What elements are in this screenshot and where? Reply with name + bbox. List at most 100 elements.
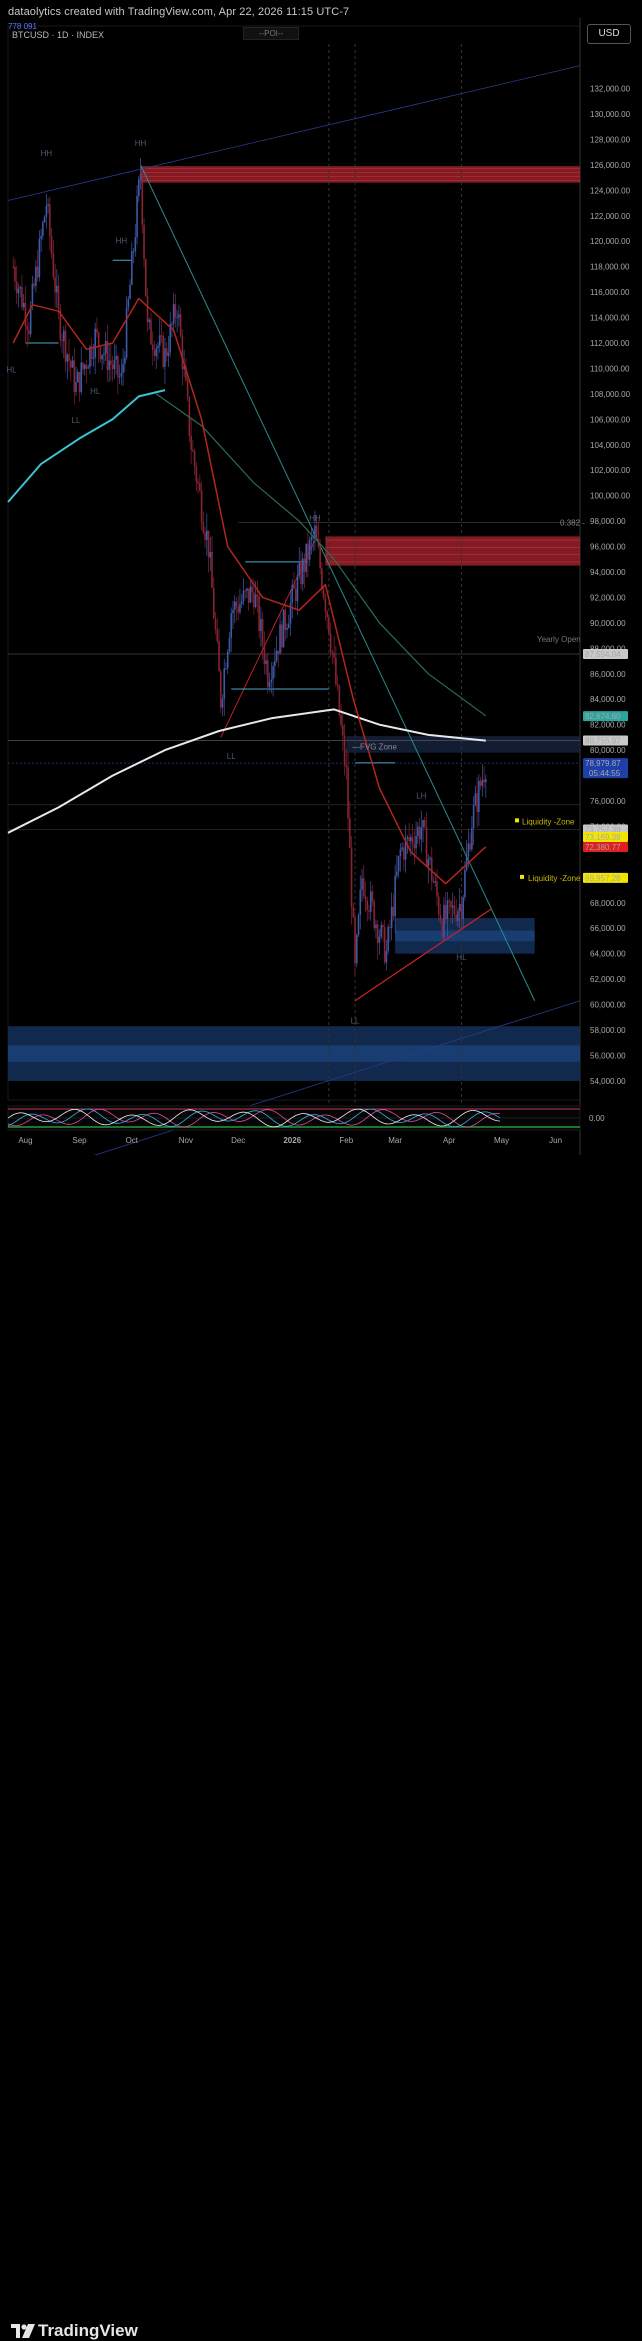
candle-body [286, 628, 288, 630]
candle-body [481, 779, 484, 786]
candle-body [275, 650, 278, 662]
price-badge-text: 82,674.60 [585, 712, 621, 721]
x-tick-label: May [494, 1136, 509, 1145]
chart-header-title: dataolytics created with TradingView.com… [8, 6, 350, 18]
candle-body [399, 849, 402, 857]
candle-body [63, 330, 65, 341]
candle-body [150, 319, 152, 345]
candle-body [190, 435, 192, 450]
candle-body [444, 904, 447, 920]
candle-body [328, 617, 330, 634]
candle-body [355, 935, 358, 964]
candle-body [282, 609, 285, 648]
candle-body [160, 335, 163, 337]
candle-body [380, 924, 382, 937]
symbol-label[interactable]: BTCUSD · 1D · INDEX [12, 30, 104, 40]
candle-body [301, 558, 304, 585]
candle-body [268, 682, 271, 688]
candle-body [383, 927, 386, 963]
y-tick-label: 84,000.00 [590, 695, 626, 704]
candle-body [19, 286, 22, 289]
candle-body [146, 296, 149, 323]
candle-body [82, 362, 84, 370]
candle-body [148, 319, 151, 323]
candle-body [361, 878, 363, 890]
candle-body [181, 336, 184, 370]
currency-button[interactable]: USD [587, 24, 631, 44]
candle-body [240, 601, 243, 605]
candle-body [244, 590, 246, 592]
candle-body [80, 362, 83, 393]
candle-body [232, 610, 234, 614]
candle-body [471, 828, 473, 850]
price-badge-text: 87,554.04 [585, 650, 621, 659]
y-tick-label: 76,000.00 [590, 797, 626, 806]
supply-zone [325, 536, 580, 566]
x-tick-label: Mar [388, 1136, 402, 1145]
candle-body [324, 598, 327, 612]
ema-fast-line [12, 297, 487, 885]
candle-body [342, 725, 344, 736]
candle-body [106, 341, 109, 370]
candle-body [403, 847, 405, 860]
oscillator-zero-label: 0.00 [589, 1114, 605, 1123]
price-badge-countdown: 05:44:55 [589, 769, 621, 778]
candle-body [223, 668, 226, 700]
candle-body [186, 380, 189, 397]
candle-body [212, 587, 215, 619]
candle-body [350, 847, 353, 908]
candle-body [326, 611, 328, 618]
candle-body [457, 911, 459, 922]
candle-body [331, 651, 334, 654]
candle-body [193, 451, 196, 467]
candle-body [124, 357, 126, 364]
candle-body [357, 915, 360, 936]
candle-body [260, 619, 262, 632]
candle-body [143, 224, 145, 259]
price-chart[interactable]: 132,000.00 130,000.00 128,000.00 126,000.00… [0, 0, 642, 1200]
candle-body [117, 356, 119, 378]
candle-body [478, 780, 480, 812]
ema-white-line [7, 708, 486, 834]
liquidity-zone-label: Liquidity -Zone [528, 874, 581, 883]
x-tick-label: Oct [126, 1136, 139, 1145]
candle-body [362, 878, 365, 897]
candle-body [38, 238, 41, 278]
candle-body [108, 360, 110, 370]
y-tick-label: 60,000.00 [590, 1001, 626, 1010]
candle-body [296, 575, 299, 602]
candle-body [151, 344, 154, 351]
liquidity-marker [515, 818, 519, 823]
candle-body [237, 606, 239, 613]
candle-body [206, 530, 208, 540]
candle-body [64, 330, 67, 362]
candle-body [394, 875, 396, 917]
candle-body [349, 818, 351, 848]
candle-body [158, 335, 161, 346]
candle-body [458, 904, 461, 912]
candle-body [228, 637, 231, 652]
candle-body [413, 843, 416, 849]
swing-label: LL [351, 1017, 360, 1026]
candle-body [85, 364, 88, 369]
candle-body [69, 360, 72, 368]
tradingview-logo-icon[interactable] [11, 2323, 35, 2339]
candle-body [462, 897, 464, 920]
y-tick-label: 94,000.00 [590, 568, 626, 577]
candle-body [141, 173, 144, 225]
candle-body [129, 284, 131, 299]
y-tick-label: 68,000.00 [590, 899, 626, 908]
candle-body [43, 216, 46, 223]
y-tick-label: 106,000.00 [590, 415, 631, 424]
tradingview-brand[interactable]: TradingView [38, 2321, 138, 2341]
candle-body [101, 354, 103, 360]
candle-body [443, 904, 445, 938]
candle-body [427, 859, 430, 867]
candle-body [485, 779, 487, 783]
swing-label: HL [456, 953, 467, 962]
candle-body [437, 896, 440, 915]
candle-body [464, 870, 466, 898]
candle-body [24, 302, 27, 327]
candle-body [178, 314, 180, 318]
candle-body [415, 836, 417, 849]
